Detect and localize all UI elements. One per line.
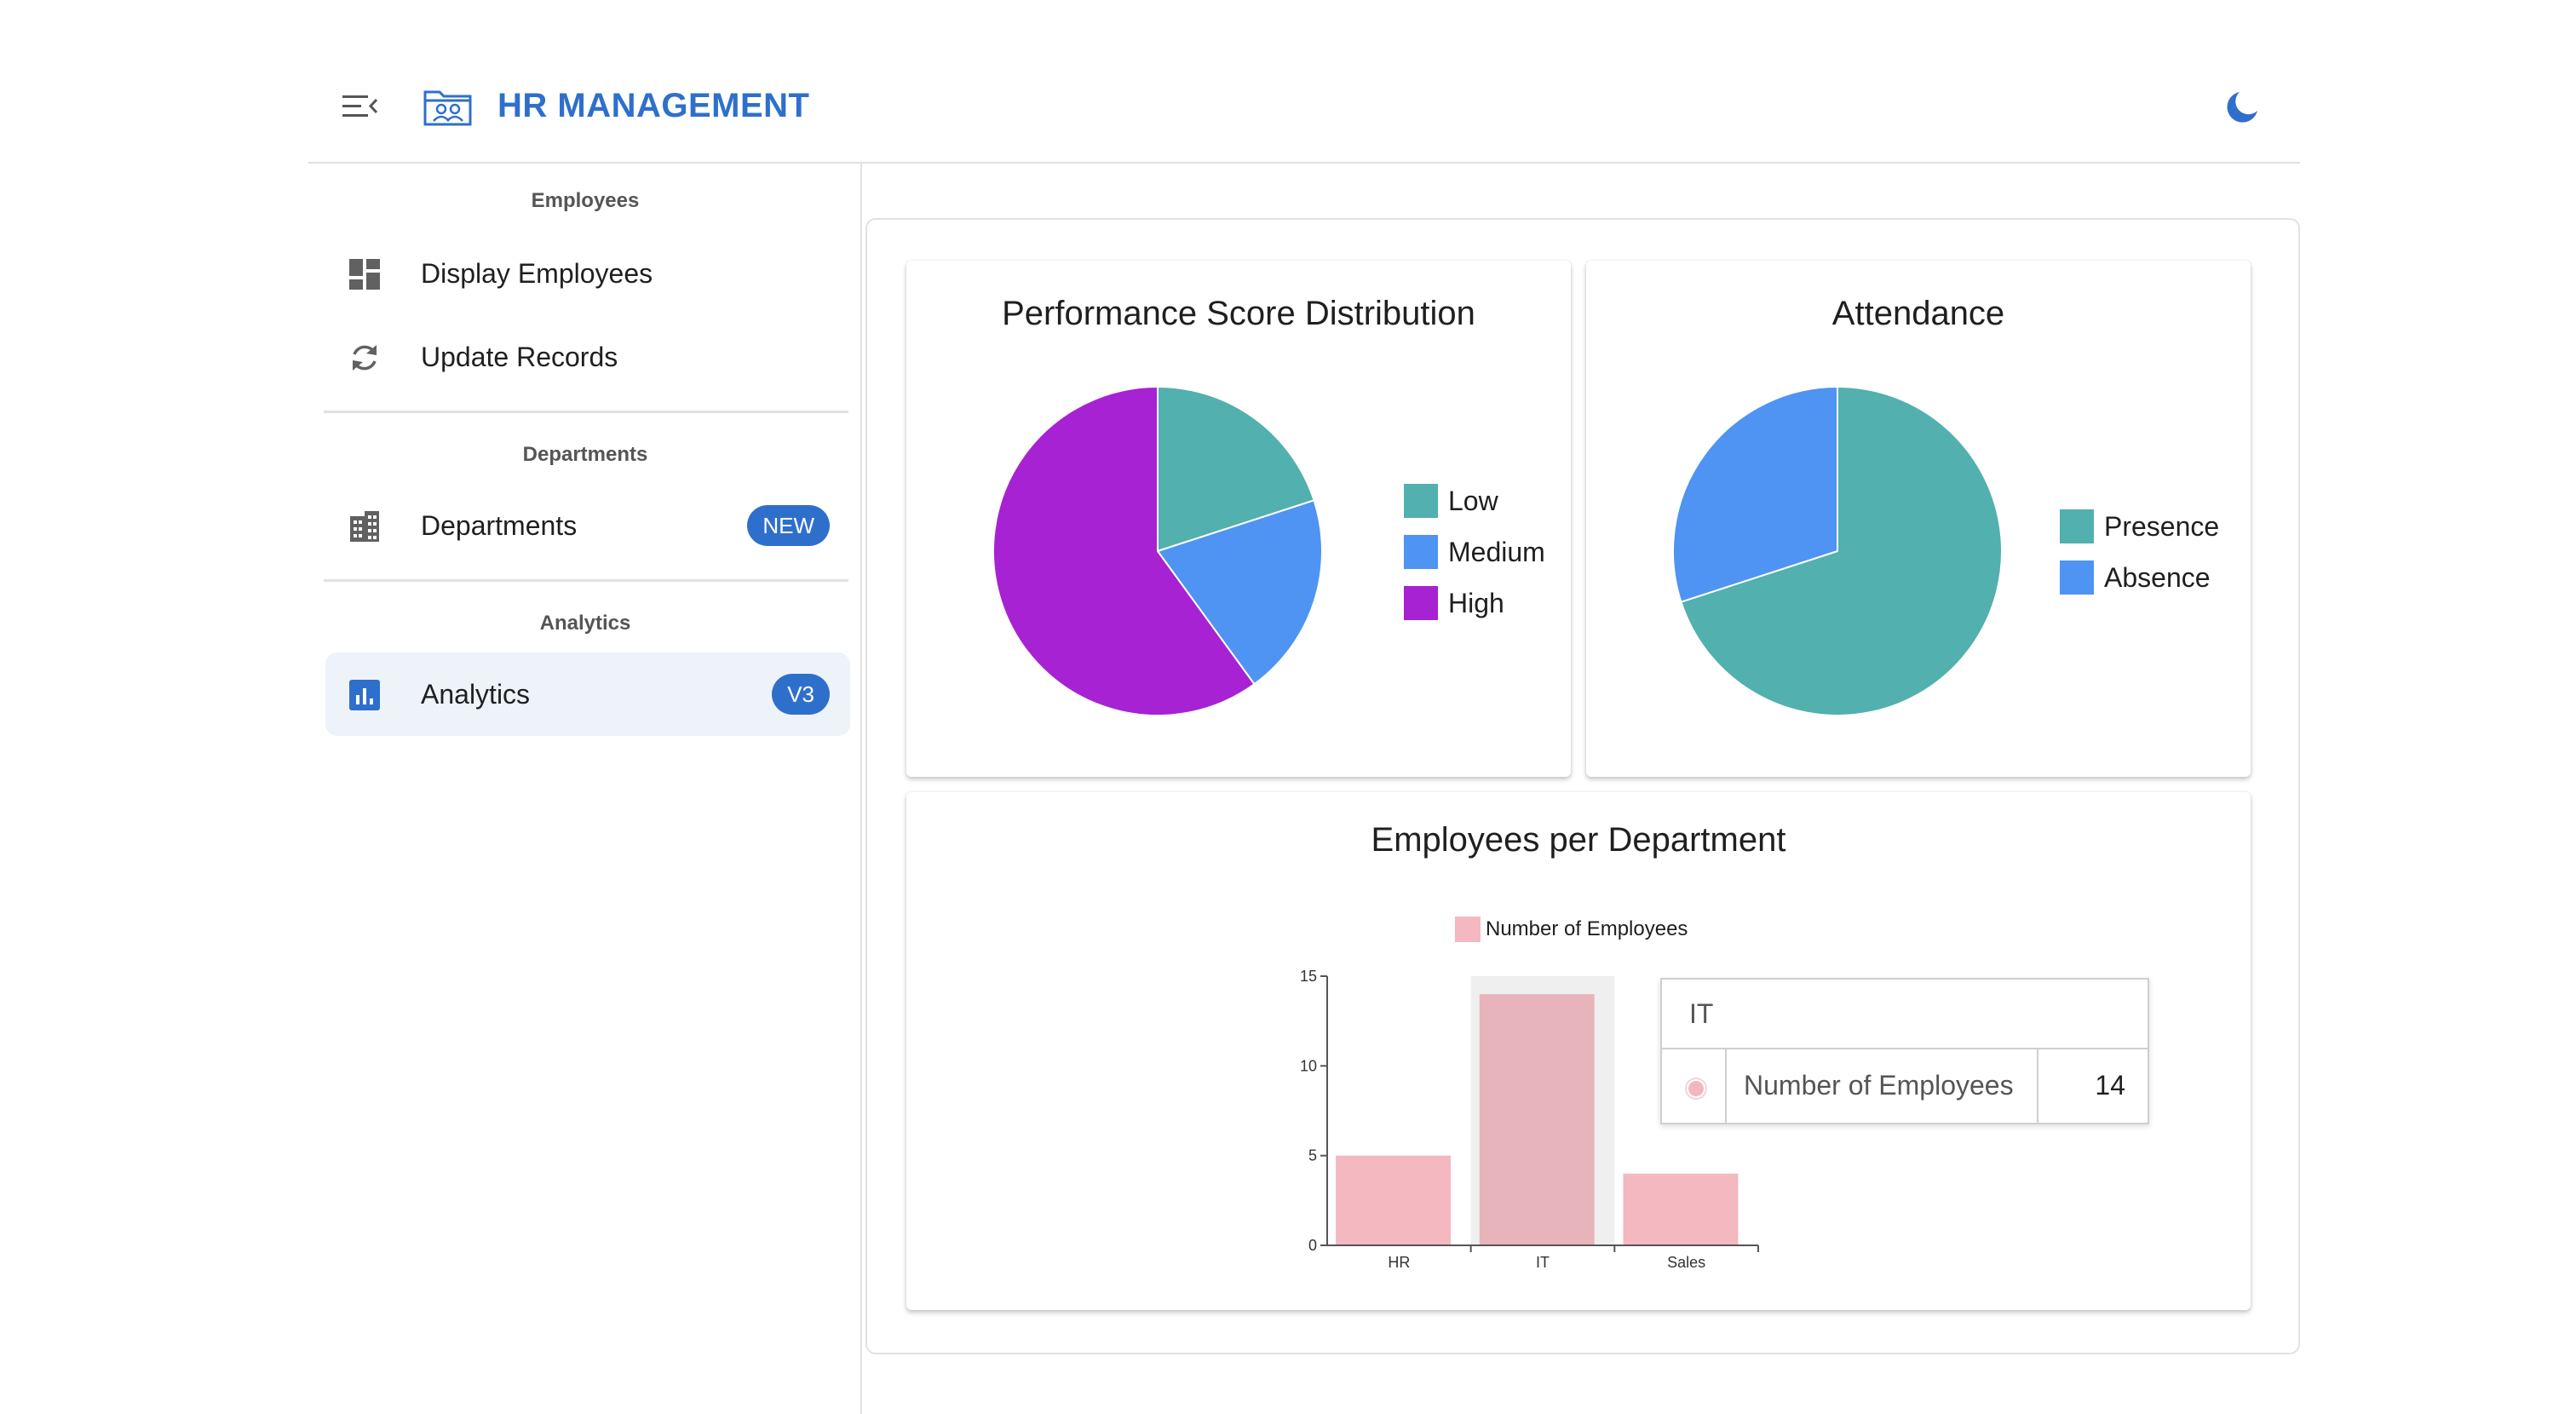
dashboard-icon bbox=[349, 259, 380, 290]
sidebar-item-update-records[interactable]: Update Records bbox=[325, 315, 850, 399]
x-tick-label: HR bbox=[1388, 1254, 1410, 1271]
sidebar-item-label: Display Employees bbox=[421, 258, 653, 289]
moon-icon[interactable] bbox=[2225, 89, 2261, 124]
new-badge: NEW bbox=[747, 505, 830, 546]
section-title-analytics: Analytics bbox=[539, 612, 631, 635]
tooltip-value-cell: 14 bbox=[2037, 1049, 2151, 1124]
legend-label[interactable]: Number of Employees bbox=[1486, 917, 1688, 940]
legend-swatch bbox=[1404, 535, 1438, 569]
app-title: HR MANAGEMENT bbox=[497, 87, 810, 124]
tooltip-series-name: Number of Employees bbox=[1744, 1070, 2014, 1101]
sidebar-item-label: Analytics bbox=[421, 679, 531, 710]
attendance-chart-card: Attendance Presence Absence bbox=[1586, 261, 2251, 777]
sidebar-item-analytics[interactable]: Analytics V3 bbox=[325, 652, 850, 736]
sidebar-item-label: Update Records bbox=[421, 342, 618, 372]
chart-tooltip: IT Number of Employees 14 bbox=[1660, 978, 2149, 1124]
sidebar-item-label: Departments bbox=[421, 510, 578, 541]
legend-swatch bbox=[2060, 509, 2094, 543]
chart-title: Performance Score Distribution bbox=[1002, 295, 1475, 332]
bar-it[interactable] bbox=[1479, 994, 1595, 1245]
sidebar-item-display-employees[interactable]: Display Employees bbox=[325, 232, 850, 315]
legend-swatch bbox=[2060, 560, 2094, 595]
section-title-departments: Departments bbox=[522, 443, 648, 466]
y-tick-label: 5 bbox=[1308, 1147, 1317, 1164]
tooltip-value: 14 bbox=[2095, 1070, 2125, 1101]
performance-pie-chart bbox=[992, 385, 1323, 716]
performance-chart-card: Performance Score Distribution Low Mediu… bbox=[906, 261, 1571, 777]
legend-swatch bbox=[1404, 586, 1438, 620]
tooltip-marker-cell bbox=[1662, 1049, 1727, 1124]
y-tick-label: 0 bbox=[1308, 1237, 1317, 1254]
legend-swatch bbox=[1404, 484, 1438, 518]
version-badge: V3 bbox=[772, 674, 830, 715]
legend-label: Presence bbox=[2104, 511, 2220, 542]
building-icon bbox=[350, 511, 379, 542]
sidebar-divider bbox=[324, 411, 848, 413]
chart-title: Attendance bbox=[1831, 295, 2005, 332]
legend-label: High bbox=[1448, 588, 1504, 618]
tooltip-header: IT bbox=[1662, 980, 2148, 1049]
x-tick-label: IT bbox=[1536, 1254, 1550, 1271]
y-tick-label: 10 bbox=[1300, 1057, 1317, 1074]
sidebar-divider bbox=[324, 579, 848, 582]
bar-hr[interactable] bbox=[1336, 1155, 1452, 1245]
bar-chart-icon bbox=[349, 680, 380, 710]
attendance-pie-chart bbox=[1672, 385, 2003, 716]
series-marker-icon bbox=[1687, 1079, 1705, 1098]
y-tick-label: 15 bbox=[1300, 968, 1317, 985]
legend-swatch bbox=[1455, 917, 1481, 942]
menu-collapse-icon[interactable] bbox=[341, 92, 378, 121]
sidebar-item-departments[interactable]: Departments NEW bbox=[325, 484, 850, 567]
bar-sales[interactable] bbox=[1623, 1173, 1739, 1245]
app-header: HR MANAGEMENT bbox=[308, 0, 2300, 164]
section-title-employees: Employees bbox=[531, 189, 640, 212]
sidebar: Employees Display Employees Update Recor… bbox=[308, 164, 862, 1414]
legend-label: Medium bbox=[1448, 537, 1545, 567]
legend-label: Low bbox=[1448, 486, 1498, 516]
refresh-icon bbox=[353, 345, 377, 371]
folder-people-icon bbox=[423, 90, 472, 126]
x-tick-label: Sales bbox=[1667, 1254, 1705, 1271]
tooltip-row: Number of Employees 14 bbox=[1662, 1049, 2148, 1124]
legend-label: Absence bbox=[2104, 562, 2211, 593]
tooltip-title: IT bbox=[1689, 998, 1714, 1029]
